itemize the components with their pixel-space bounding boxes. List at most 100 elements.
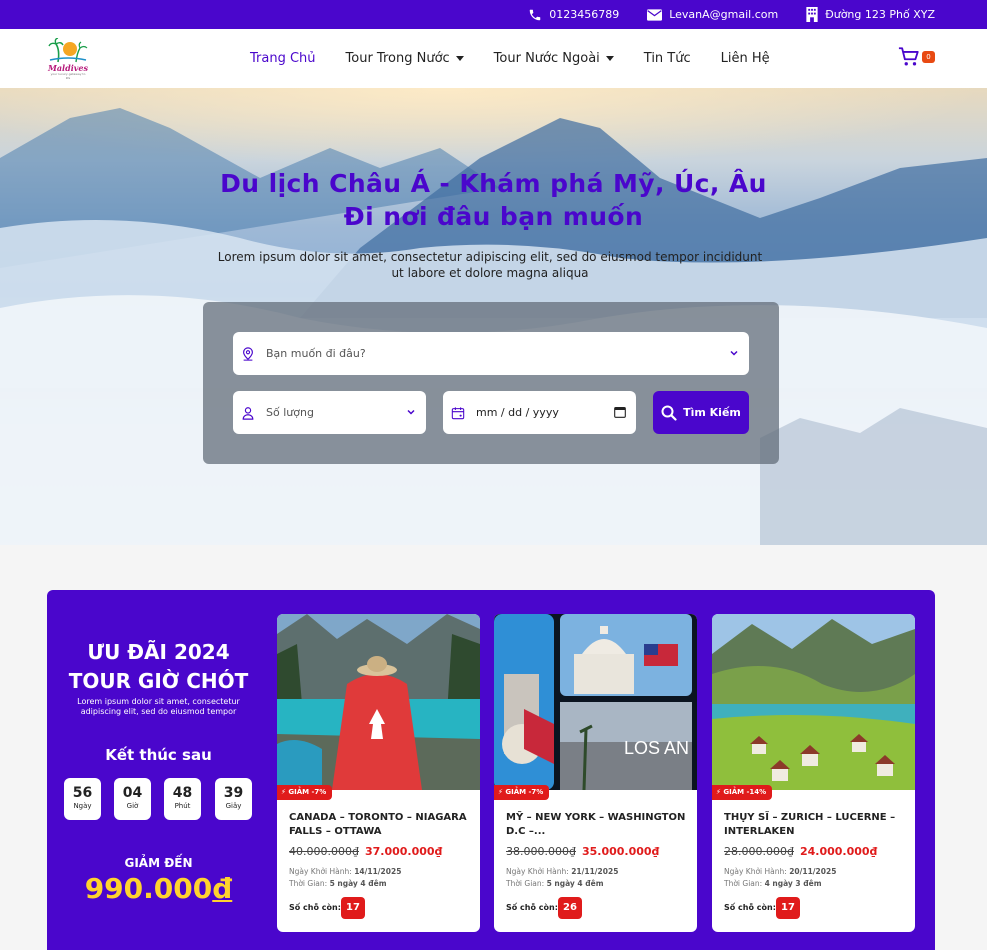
countdown-hours: 04 Giờ xyxy=(114,778,151,820)
palm-sun-icon xyxy=(48,37,88,63)
address-text: Đường 123 Phố XYZ xyxy=(825,8,935,21)
discount-badge: ⚡ GIẢM -7% xyxy=(494,785,550,800)
nav-item-home[interactable]: Trang Chủ xyxy=(250,51,316,66)
tour-meta: Ngày Khởi Hành: 21/11/2025 Thời Gian: 5 … xyxy=(506,866,618,890)
duration-value: 5 ngày 4 đêm xyxy=(546,879,604,888)
caret-down-icon xyxy=(455,56,464,61)
countdown-unit: Phút xyxy=(174,802,191,810)
countdown-value: 48 xyxy=(172,785,193,801)
seats-count: 17 xyxy=(341,897,365,919)
canada-lake-image xyxy=(277,614,480,790)
date-value: mm / dd / yyyy xyxy=(476,406,559,419)
discount-badge: ⚡ GIẢM -14% xyxy=(712,785,773,800)
old-price: 38.000.000₫ xyxy=(506,845,576,858)
nav-item-label: Liên Hệ xyxy=(720,51,770,66)
search-button[interactable]: Tìm Kiếm xyxy=(653,391,749,434)
calendar-icon xyxy=(451,406,465,419)
phone-number: 0123456789 xyxy=(549,8,620,21)
seats-count: 26 xyxy=(558,897,582,919)
hero-subtitle: Lorem ipsum dolor sit amet, consectetur … xyxy=(217,250,763,280)
top-contact-bar: 0123456789 LevanA@gmail.com Đường 123 Ph… xyxy=(0,0,987,29)
tour-name[interactable]: MỸ – NEW YORK – WASHINGTON D.C –... xyxy=(506,811,688,839)
quantity-select[interactable]: Số lượng xyxy=(233,391,426,434)
hero-title-line2: Đi nơi đâu bạn muốn xyxy=(343,202,644,231)
tour-meta: Ngày Khởi Hành: 14/11/2025 Thời Gian: 5 … xyxy=(289,866,401,890)
duration-value: 5 ngày 4 đêm xyxy=(329,879,387,888)
tour-image-usa[interactable]: LOS AN xyxy=(494,614,697,790)
nav-item-domestic-tours[interactable]: Tour Trong Nước xyxy=(346,51,464,66)
user-icon xyxy=(242,406,254,420)
tour-meta: Ngày Khởi Hành: 20/11/2025 Thời Gian: 4 … xyxy=(724,866,836,890)
duration-value: 4 ngày 3 đêm xyxy=(764,879,822,888)
discount-upto-label: GIẢM ĐẾN xyxy=(124,856,193,870)
nav-item-news[interactable]: Tin Tức xyxy=(644,51,691,66)
destination-placeholder: Bạn muốn đi đâu? xyxy=(266,347,366,360)
nav-item-label: Tin Tức xyxy=(643,51,691,66)
countdown-value: 56 xyxy=(72,785,93,801)
seats-count: 17 xyxy=(776,897,800,919)
search-button-label: Tìm Kiếm xyxy=(683,406,741,419)
image-caption-text: LOS AN xyxy=(624,738,689,758)
duration-label: Thời Gian: xyxy=(724,879,763,888)
search-panel: Bạn muốn đi đâu? Số lượng mm / dd / yyyy… xyxy=(203,302,779,464)
new-price: 35.000.000₫ xyxy=(581,845,660,858)
hero-title: Du lịch Châu Á - Khám phá Mỹ, Úc, Âu Đi … xyxy=(0,167,987,233)
tour-card-switzerland[interactable]: ⚡ GIẢM -14% THỤY SĨ – ZURICH – LUCERNE –… xyxy=(712,614,915,932)
date-picker-icon[interactable] xyxy=(614,406,626,418)
site-logo[interactable]: Maldives your luxury getaway to life xyxy=(48,37,88,80)
duration-label: Thời Gian: xyxy=(289,879,328,888)
last-minute-deals-section: ƯU ĐÃI 2024 TOUR GIỜ CHÓT Lorem ipsum do… xyxy=(47,590,935,950)
countdown-days: 56 Ngày xyxy=(64,778,101,820)
tour-card-usa[interactable]: LOS AN ⚡ GIẢM -7% MỸ – NEW YORK – WASHIN… xyxy=(494,614,697,932)
departure-date: 14/11/2025 xyxy=(354,867,402,876)
usa-collage-image: LOS AN xyxy=(494,614,697,790)
email-address: LevanA@gmail.com xyxy=(669,8,779,21)
tour-prices: 38.000.000₫ 35.000.000₫ xyxy=(506,845,659,858)
chevron-down-icon xyxy=(730,350,738,356)
old-price: 40.000.000₫ xyxy=(289,845,359,858)
envelope-icon xyxy=(647,8,663,21)
email-contact[interactable]: LevanA@gmail.com xyxy=(647,8,778,21)
swiss-valley-image xyxy=(712,614,915,790)
chevron-down-icon xyxy=(407,409,415,415)
tour-name[interactable]: THỤY SĨ – ZURICH – LUCERNE – INTERLAKEN xyxy=(724,811,906,839)
nav-item-international-tours[interactable]: Tour Nước Ngoài xyxy=(494,51,614,66)
old-price: 28.000.000₫ xyxy=(724,845,794,858)
seats-label: Số chỗ còn: xyxy=(506,903,558,912)
promo-title-line2: TOUR GIỜ CHÓT xyxy=(68,669,249,693)
seats-label: Số chỗ còn: xyxy=(724,903,776,912)
nav-item-label: Tour Trong Nước xyxy=(345,51,450,66)
search-icon xyxy=(661,405,677,421)
tour-name[interactable]: CANADA – TORONTO – NIAGARA FALLS – OTTAW… xyxy=(289,811,471,839)
countdown-unit: Giờ xyxy=(126,802,139,810)
promo-subtitle: Lorem ipsum dolor sit amet, consectetur … xyxy=(77,697,240,716)
quantity-placeholder: Số lượng xyxy=(266,406,314,419)
main-navbar: Maldives your luxury getaway to life Tra… xyxy=(0,29,987,88)
departure-label: Ngày Khởi Hành: xyxy=(506,867,569,876)
discount-badge: ⚡ GIẢM -7% xyxy=(277,785,333,800)
countdown-value: 04 xyxy=(122,785,143,801)
tour-image-switzerland[interactable] xyxy=(712,614,915,790)
currency-symbol: đ xyxy=(212,872,233,905)
tour-card-canada[interactable]: ⚡ GIẢM -7% CANADA – TORONTO – NIAGARA FA… xyxy=(277,614,480,932)
phone-contact[interactable]: 0123456789 xyxy=(528,8,619,22)
countdown-unit: Giây xyxy=(225,802,242,810)
logo-tagline: your luxury getaway to life xyxy=(50,72,86,80)
departure-date-input[interactable]: mm / dd / yyyy xyxy=(443,391,636,434)
cart-icon[interactable] xyxy=(898,46,920,67)
new-price: 37.000.000₫ xyxy=(364,845,443,858)
countdown-seconds: 39 Giây xyxy=(215,778,252,820)
hero-title-line1: Du lịch Châu Á - Khám phá Mỹ, Úc, Âu xyxy=(220,169,767,198)
phone-icon xyxy=(529,9,541,20)
nav-item-label: Trang Chủ xyxy=(250,51,316,66)
main-menu: Trang Chủ Tour Trong Nước Tour Nước Ngoà… xyxy=(250,29,800,88)
new-price: 24.000.000₫ xyxy=(799,845,878,858)
address-contact: Đường 123 Phố XYZ xyxy=(806,7,935,22)
nav-item-contact[interactable]: Liên Hệ xyxy=(721,51,770,66)
seats-label: Số chỗ còn: xyxy=(289,903,341,912)
departure-date: 21/11/2025 xyxy=(571,867,619,876)
tour-image-canada[interactable] xyxy=(277,614,480,790)
departure-label: Ngày Khởi Hành: xyxy=(289,867,352,876)
destination-select[interactable]: Bạn muốn đi đâu? xyxy=(233,332,749,375)
duration-label: Thời Gian: xyxy=(506,879,545,888)
